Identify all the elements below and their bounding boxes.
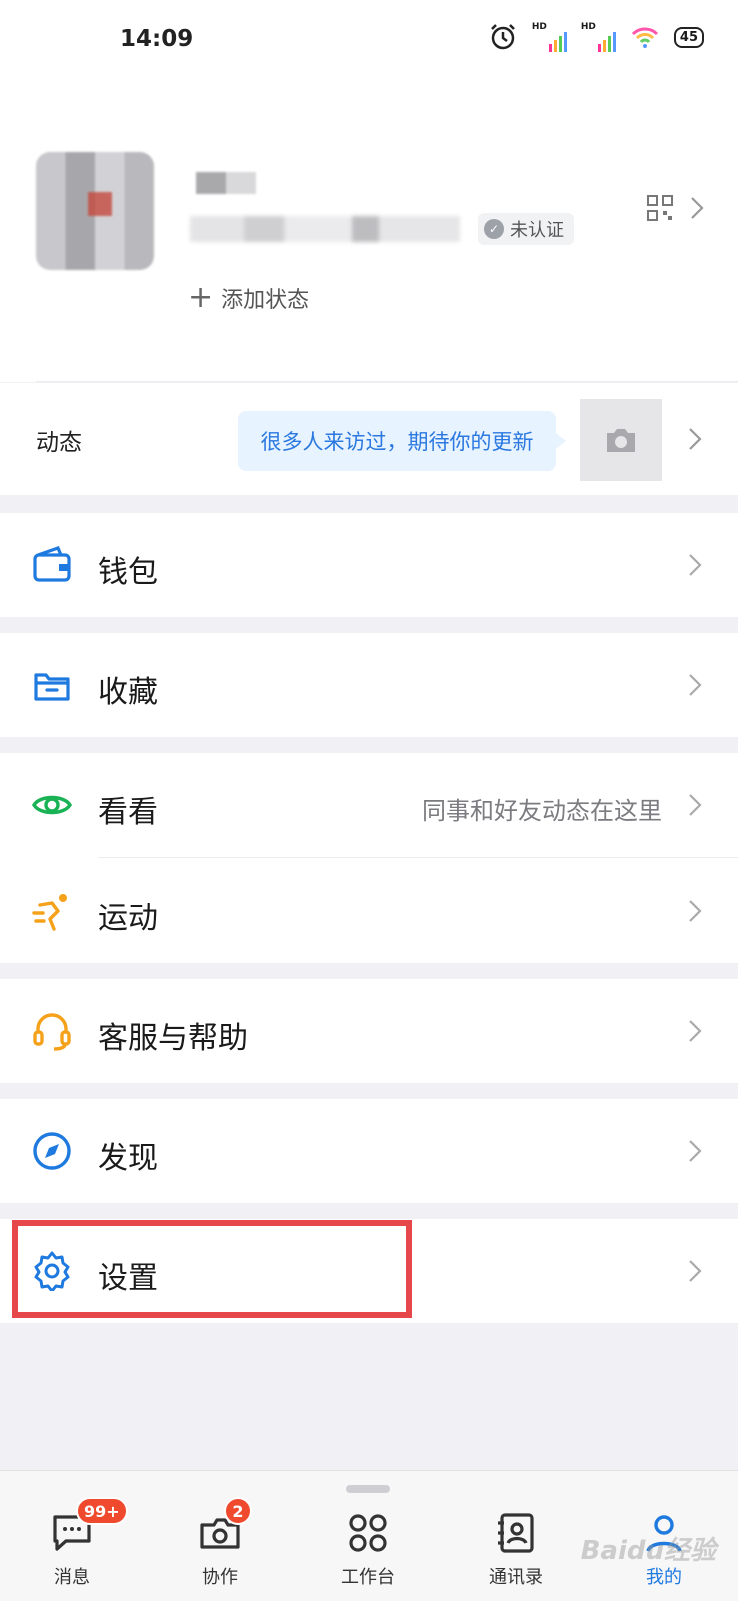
menu-item-settings[interactable]: 设置 — [0, 1219, 738, 1323]
camera-icon — [607, 429, 635, 452]
visitor-tip-text: 很多人来访过，期待你的更新 — [260, 430, 534, 454]
username-blurred — [196, 172, 256, 194]
plus-icon: + — [188, 280, 214, 315]
verify-badge[interactable]: ✓ 未认证 — [478, 213, 574, 245]
wallet-icon — [33, 545, 71, 582]
menu-label: 客服与帮助 — [98, 1021, 248, 1056]
collaborate-badge: 2 — [224, 1497, 252, 1525]
status-time: 14:09 — [120, 26, 194, 52]
status-icons: HD HD 45 — [488, 22, 704, 52]
contacts-icon — [498, 1513, 534, 1553]
gear-icon — [34, 1251, 70, 1291]
divider — [36, 381, 738, 382]
watermark-logo: Baidu经验 — [580, 1536, 716, 1566]
home-indicator — [346, 1485, 390, 1493]
chevron-right-icon — [689, 1140, 702, 1162]
menu-label: 钱包 — [98, 555, 158, 590]
tab-label: 通讯录 — [489, 1567, 543, 1588]
signal-icon-1: HD — [532, 22, 567, 52]
chevron-right-icon — [689, 1020, 702, 1042]
chevron-right-icon — [689, 900, 702, 922]
menu-item-look[interactable]: 看看 同事和好友动态在这里 — [0, 753, 738, 857]
chevron-right-icon — [689, 1260, 702, 1282]
menu-label: 设置 — [98, 1261, 158, 1296]
shield-check-icon: ✓ — [484, 219, 504, 239]
tab-label: 工作台 — [341, 1567, 395, 1588]
menu-label: 发现 — [98, 1141, 158, 1176]
menu-item-help[interactable]: 客服与帮助 — [0, 979, 738, 1083]
wifi-icon — [631, 27, 658, 48]
menu-item-favorites[interactable]: 收藏 — [0, 633, 738, 737]
camera-thumbnail[interactable] — [580, 399, 662, 481]
tab-messages[interactable]: 99+ 消息 — [22, 1497, 128, 1601]
qrcode-icon[interactable] — [646, 194, 674, 222]
menu-item-sports[interactable]: 运动 — [0, 859, 738, 963]
group-favorites: 收藏 — [0, 633, 738, 737]
profile-card[interactable]: ✓ 未认证 + 添加状态 — [0, 86, 738, 382]
menu-desc: 同事和好友动态在这里 — [422, 797, 662, 825]
headset-icon — [33, 1013, 71, 1051]
moments-row[interactable]: 动态 很多人来访过，期待你的更新 — [0, 383, 738, 495]
tab-collaborate[interactable]: 2 协作 — [170, 1497, 270, 1601]
messages-badge: 99+ — [76, 1497, 128, 1525]
visitor-tip-bubble: 很多人来访过，期待你的更新 — [238, 411, 566, 471]
compass-icon — [33, 1132, 71, 1170]
chevron-right-icon — [691, 197, 704, 219]
divider — [98, 857, 738, 858]
account-blurred — [190, 216, 460, 242]
chevron-right-icon — [689, 794, 702, 816]
chevron-right-icon — [689, 428, 702, 450]
group-settings: 设置 — [0, 1219, 738, 1323]
eye-icon — [32, 795, 72, 815]
add-status-label: 添加状态 — [221, 288, 310, 313]
folder-icon — [34, 673, 70, 701]
signal-icon-2: HD — [581, 22, 616, 52]
chevron-right-icon — [689, 554, 702, 576]
menu-item-wallet[interactable]: 钱包 — [0, 513, 738, 617]
menu-item-discover[interactable]: 发现 — [0, 1099, 738, 1203]
run-icon — [32, 894, 67, 931]
menu-label: 看看 — [98, 795, 158, 830]
tab-workbench[interactable]: 工作台 — [318, 1511, 418, 1601]
battery-icon: 45 — [673, 26, 704, 48]
tab-contacts[interactable]: 通讯录 — [466, 1511, 566, 1601]
alarm-icon — [490, 24, 515, 50]
group-look-sports: 看看 同事和好友动态在这里 运动 — [0, 753, 738, 963]
tab-label: 协作 — [202, 1567, 238, 1588]
menu-label: 运动 — [98, 901, 158, 936]
add-status-button[interactable]: + 添加状态 — [188, 282, 309, 314]
chevron-right-icon — [689, 674, 702, 696]
menu-label: 收藏 — [98, 675, 158, 710]
group-discover: 发现 — [0, 1099, 738, 1203]
tab-label: 消息 — [54, 1567, 90, 1588]
status-bar: 14:09 HD HD 45 — [0, 0, 738, 86]
moments-label: 动态 — [36, 430, 82, 456]
group-wallet: 钱包 — [0, 513, 738, 617]
group-help: 客服与帮助 — [0, 979, 738, 1083]
verify-label: 未认证 — [510, 220, 564, 241]
avatar[interactable] — [36, 152, 154, 270]
apps-grid-icon — [349, 1514, 387, 1552]
